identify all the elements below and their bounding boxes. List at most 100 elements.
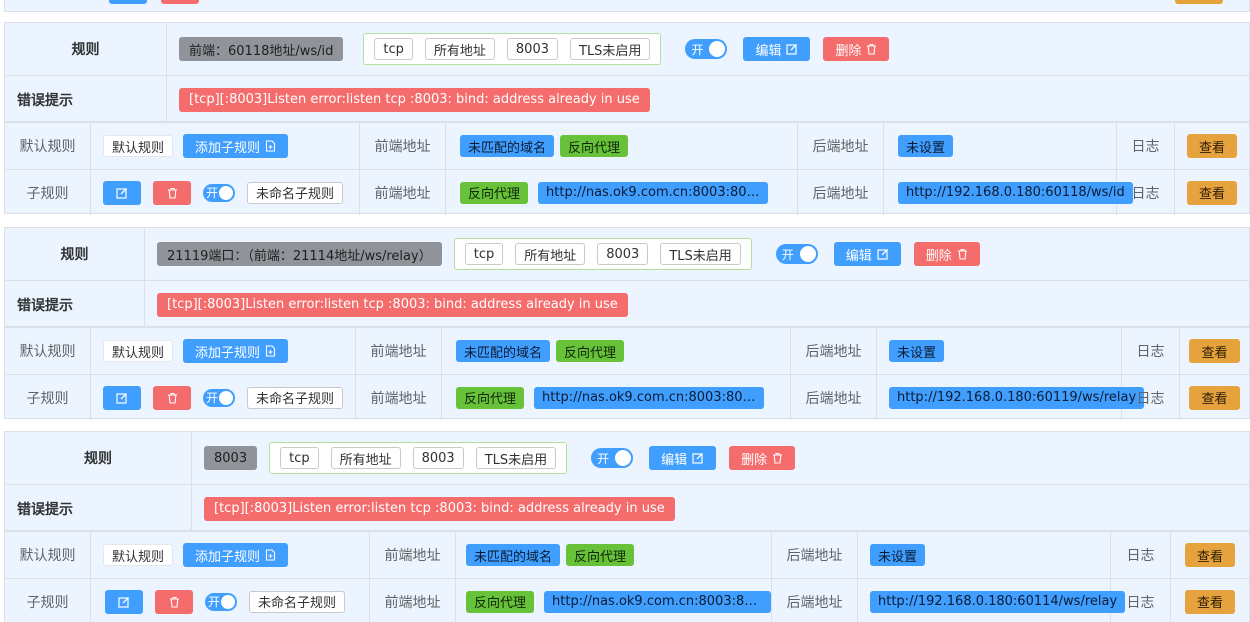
edit-sub-rule-button[interactable]	[103, 180, 141, 205]
rule-enable-switch[interactable]: 开	[591, 448, 634, 468]
delete-sub-rule-button[interactable]	[155, 589, 193, 614]
reverse-proxy-tag: 反向代理	[566, 544, 635, 566]
sub-rules-table-3: 默认规则 默认规则 添加子规则 前端地址 未匹配的域名 反向代理 后端地址 未设…	[4, 531, 1250, 622]
default-rule-label: 默认规则	[19, 344, 76, 360]
sub-rule-enable-switch[interactable]: 开	[203, 388, 235, 407]
sub-rule-row: 子规则 开 未命名子规则 前端地址 反向代理 http://nas.ok9.co…	[5, 579, 1249, 622]
default-rule-tag: 默认规则	[103, 340, 174, 362]
view-log-button[interactable]: 查看	[1184, 589, 1235, 614]
edit-sub-rule-button[interactable]	[105, 589, 143, 614]
error-message-tag: [tcp][:8003]Listen error:listen tcp :800…	[179, 87, 650, 112]
trash-icon	[773, 452, 783, 464]
error-message-tag: [tcp][:8003]Listen error:listen tcp :800…	[157, 292, 628, 317]
add-sub-rule-button[interactable]: 添加子规则	[183, 134, 289, 158]
tls-tag: TLS未启用	[475, 447, 557, 469]
sub-front-address-tag: http://nas.ok9.com.cn:8003:8003	[544, 590, 771, 613]
switch-knob	[219, 185, 233, 200]
delete-rule-button[interactable]: 删除	[729, 446, 796, 470]
error-row: 错误提示 [tcp][:8003]Listen error:listen tcp…	[5, 281, 1249, 328]
switch-on-text: 开	[597, 451, 610, 466]
add-sub-rule-label: 添加子规则	[195, 140, 261, 156]
edit-sub-rule-button[interactable]	[103, 385, 141, 410]
log-label: 日志	[1136, 344, 1165, 360]
sub-rules-table-2: 默认规则 默认规则 添加子规则 前端地址 未匹配的域名 反向代理 后端地址 未设…	[4, 327, 1250, 420]
edit-label: 编辑	[755, 43, 782, 59]
sub-rule-enable-switch[interactable]: 开	[205, 592, 237, 611]
rule-enable-switch[interactable]: 开	[775, 244, 818, 264]
rule-row: 规则 8003 tcp 所有地址 8003 TLS未启用 开 编辑 删除	[5, 432, 1249, 484]
default-rule-tag: 默认规则	[103, 135, 174, 157]
switch-on-text: 开	[206, 391, 219, 405]
reverse-proxy-tag: 反向代理	[460, 181, 529, 204]
protocol-tag: tcp	[280, 447, 319, 469]
delete-sub-rule-button[interactable]	[153, 385, 191, 410]
rule-listen-group: tcp 所有地址 8003 TLS未启用	[363, 33, 662, 65]
remnant-button-blue	[109, 0, 147, 4]
edit-rule-button[interactable]: 编辑	[833, 242, 901, 266]
add-sub-rule-label: 添加子规则	[195, 549, 261, 565]
view-log-button[interactable]: 查看	[1189, 339, 1240, 363]
rule-row: 规则 前端：60118地址/ws/id tcp 所有地址 8003 TLS未启用…	[5, 23, 1249, 75]
error-row: 错误提示 [tcp][:8003]Listen error:listen tcp…	[5, 485, 1249, 532]
port-tag: 8003	[412, 447, 464, 469]
error-row: 错误提示 [tcp][:8003]Listen error:listen tcp…	[5, 76, 1249, 123]
rule-label-cell: 规则	[5, 228, 145, 280]
error-label: 错误提示	[17, 297, 73, 314]
view-log-button[interactable]: 查看	[1186, 134, 1237, 158]
switch-knob	[615, 450, 632, 466]
default-rule-label: 默认规则	[19, 548, 76, 564]
rule-block-1: 规则 前端：60118地址/ws/id tcp 所有地址 8003 TLS未启用…	[4, 22, 1250, 123]
default-rule-row: 默认规则 默认规则 添加子规则 前端地址 未匹配的域名 反向代理 后端地址 未设…	[5, 123, 1249, 169]
delete-rule-button[interactable]: 删除	[913, 242, 980, 266]
rule-content-cell: 21119端口：（前端：21114地址/ws/relay） tcp 所有地址 8…	[145, 228, 1249, 280]
log-label: 日志	[1131, 185, 1160, 202]
port-tag: 8003	[597, 243, 649, 265]
trash-icon	[169, 596, 179, 608]
add-sub-rule-label: 添加子规则	[195, 345, 261, 361]
sub-rule-row: 子规则 开 未命名子规则 前端地址 反向代理 http://nas.ok9.co…	[5, 375, 1249, 420]
edit-rule-button[interactable]: 编辑	[743, 37, 811, 61]
delete-label: 删除	[741, 452, 768, 468]
sub-back-address-tag: http://192.168.0.180:60114/ws/relay	[870, 590, 1126, 613]
rule-content-cell: 前端：60118地址/ws/id tcp 所有地址 8003 TLS未启用 开 …	[167, 23, 1249, 75]
sub-rule-name-tag: 未命名子规则	[247, 386, 344, 409]
rule-label-cell: 规则	[5, 23, 167, 75]
sub-rule-enable-switch[interactable]: 开	[203, 183, 235, 202]
view-log-button[interactable]: 查看	[1186, 180, 1237, 205]
error-content-cell: [tcp][:8003]Listen error:listen tcp :800…	[145, 281, 1249, 328]
view-log-button[interactable]: 查看	[1189, 385, 1240, 410]
switch-knob	[221, 594, 235, 609]
front-addr-label: 前端地址	[384, 548, 441, 564]
unmatched-domain-tag: 未匹配的域名	[456, 340, 551, 362]
edit-icon	[692, 453, 704, 464]
delete-sub-rule-button[interactable]	[153, 180, 191, 205]
edit-icon	[118, 596, 129, 608]
rule-block-3: 规则 8003 tcp 所有地址 8003 TLS未启用 开 编辑 删除 错误提…	[4, 431, 1250, 532]
rule-label: 规则	[71, 42, 100, 58]
trash-icon	[167, 392, 177, 404]
edit-rule-button[interactable]: 编辑	[649, 446, 717, 470]
reverse-proxy-tag: 反向代理	[456, 386, 525, 409]
rule-name-tag: 8003	[204, 446, 258, 470]
log-label: 日志	[1126, 548, 1155, 564]
rule-enable-switch[interactable]: 开	[685, 39, 728, 59]
back-addr-label: 后端地址	[812, 139, 869, 155]
error-label-cell: 错误提示	[5, 485, 192, 532]
add-sub-rule-button[interactable]: 添加子规则	[183, 339, 289, 363]
view-log-button[interactable]: 查看	[1184, 543, 1235, 567]
sub-rules-table-1: 默认规则 默认规则 添加子规则 前端地址 未匹配的域名 反向代理 后端地址 未设…	[4, 122, 1250, 215]
rule-listen-group: tcp 所有地址 8003 TLS未启用	[269, 442, 568, 474]
add-sub-rule-button[interactable]: 添加子规则	[183, 543, 289, 567]
sub-rule-name-tag: 未命名子规则	[249, 590, 346, 613]
back-addr-label: 后端地址	[812, 185, 869, 202]
trash-icon	[167, 187, 177, 199]
remnant-button-orange	[1175, 0, 1223, 4]
back-addr-label: 后端地址	[786, 548, 843, 564]
default-rule-label: 默认规则	[19, 139, 76, 155]
unmatched-domain-tag: 未匹配的域名	[460, 135, 555, 157]
sub-rule-name-tag: 未命名子规则	[247, 181, 344, 204]
error-content-cell: [tcp][:8003]Listen error:listen tcp :800…	[167, 76, 1249, 123]
delete-rule-button[interactable]: 删除	[823, 37, 890, 61]
trash-icon	[867, 43, 877, 55]
switch-knob	[799, 246, 816, 262]
